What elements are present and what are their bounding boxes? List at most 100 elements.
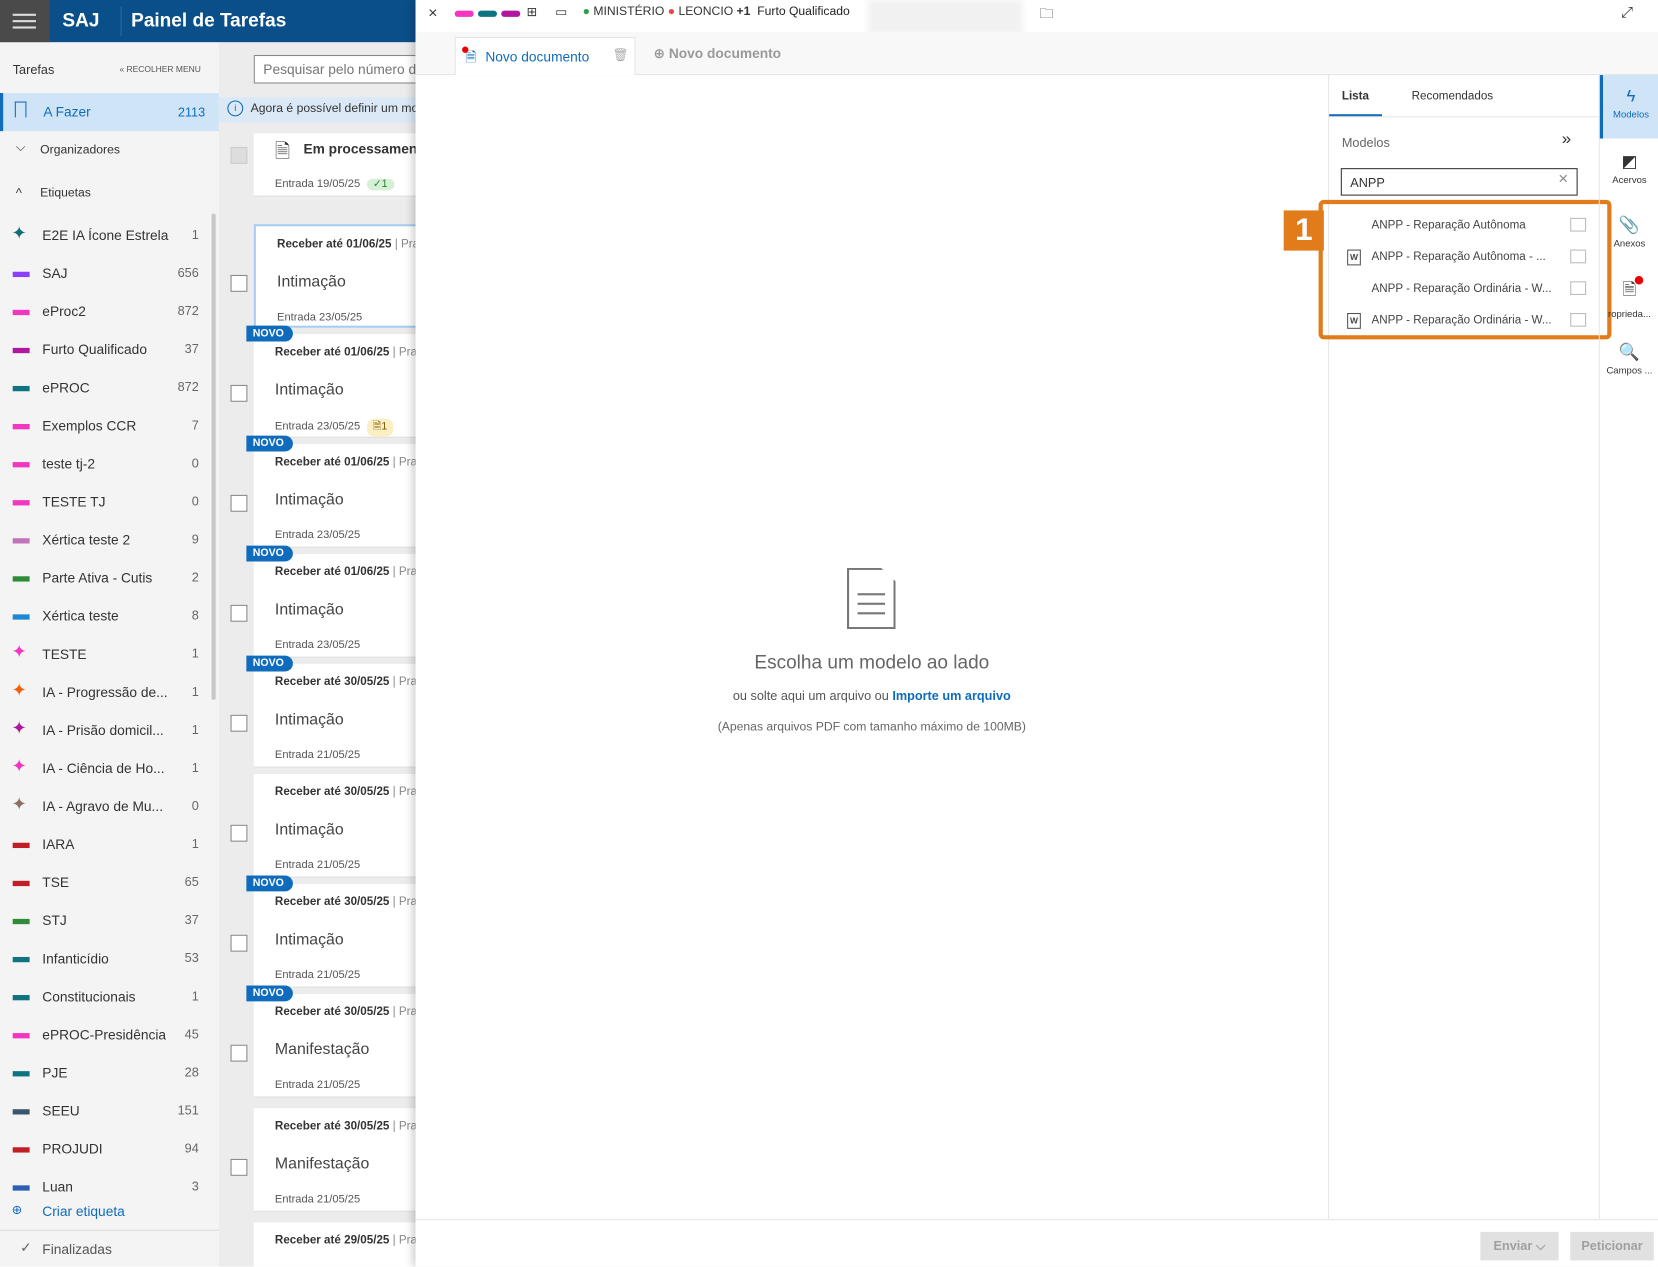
task-card[interactable]: Receber até 01/06/25 | Praz Intimação Entr…: [253, 224, 425, 328]
collapse-menu-button[interactable]: « RECOLHER MENU: [119, 65, 200, 75]
tag-item[interactable]: PROJUDI 94: [0, 1130, 211, 1168]
tab-novo-documento[interactable]: 🗎 Novo documento 🗑: [454, 37, 636, 76]
import-file-link[interactable]: Importe um arquivo: [892, 688, 1010, 703]
tags-toggle[interactable]: ^ Etiquetas: [0, 184, 219, 207]
tag-count: 1: [191, 646, 199, 661]
rail-propriedades[interactable]: 🗎 roprieda...: [1600, 265, 1658, 328]
scrollbar[interactable]: [211, 213, 216, 700]
tag-item[interactable]: ✦ E2E IA Ícone Estrela 1: [0, 217, 211, 255]
task-card[interactable]: Receber até 30/05/25 | Praz Intimação Entr…: [253, 664, 423, 768]
model-result[interactable]: ANPP - Reparação Autônoma: [1340, 209, 1599, 241]
tag-item[interactable]: TSE 65: [0, 864, 211, 902]
task-card[interactable]: Receber até 29/05/25 | Praz: [253, 1222, 423, 1267]
sidebar-item-finalizadas[interactable]: ✓ Finalizadas: [0, 1237, 219, 1262]
tag-item[interactable]: Luan 3: [0, 1168, 211, 1193]
tag-item[interactable]: Infanticídio 53: [0, 940, 211, 978]
rail-campos[interactable]: 🔍 Campos ...: [1600, 329, 1658, 392]
tab-lista[interactable]: Lista: [1342, 90, 1369, 103]
close-icon[interactable]: ×: [428, 4, 437, 22]
building-icon[interactable]: [1570, 217, 1587, 232]
tag-item[interactable]: Constitucionais 1: [0, 978, 211, 1016]
tag-item[interactable]: Exemplos CCR 7: [0, 407, 211, 445]
task-card[interactable]: Receber até 01/06/25 | Praz Intimação Entr…: [253, 554, 423, 658]
section-title: Tarefas: [12, 62, 55, 78]
search-document-icon: 🔍: [1618, 343, 1640, 362]
tag-name: IARA: [42, 836, 75, 853]
task-card[interactable]: Receber até 30/05/25 | Praz Intimação Entr…: [253, 774, 423, 878]
tag-count: 45: [184, 1026, 199, 1042]
task-card[interactable]: Receber até 01/06/25 | Praz Intimação Entr…: [253, 334, 423, 438]
tag-item[interactable]: ✦ IA - Progressão de... 1: [0, 674, 211, 712]
tag-add-icon[interactable]: ⊞: [527, 4, 538, 19]
organizers-toggle[interactable]: ⌵ Organizadores: [0, 140, 219, 163]
trash-icon[interactable]: 🗑: [612, 48, 628, 63]
model-result[interactable]: ANPP - Reparação Ordinária - W...: [1340, 273, 1599, 305]
tag-item[interactable]: teste tj-2 0: [0, 445, 211, 483]
double-chevron-right-icon[interactable]: »: [1562, 130, 1571, 149]
tag-color-swatch: [12, 918, 30, 925]
rail-acervos[interactable]: ◩ Acervos: [1600, 139, 1658, 202]
folder-icon[interactable]: 🗀: [1039, 4, 1053, 27]
new-document-tab-button[interactable]: ⊕ Novo documento: [653, 45, 781, 62]
rail-modelos[interactable]: ϟ Modelos: [1599, 75, 1658, 139]
checkbox[interactable]: [230, 1044, 248, 1062]
create-tag-button[interactable]: ⊕ Criar etiqueta: [0, 1193, 219, 1231]
tag-item[interactable]: Xértica teste 2 9: [0, 521, 211, 559]
checkbox[interactable]: [230, 274, 248, 292]
task-title: Intimação: [274, 930, 344, 949]
tag-item[interactable]: IARA 1: [0, 826, 211, 864]
entry: Entrada 19/05/25 ✓1: [275, 178, 394, 191]
tag-count: 656: [177, 265, 199, 281]
checkbox[interactable]: [230, 604, 248, 622]
tag-count: 37: [184, 912, 199, 928]
expand-icon[interactable]: ⤢: [1621, 3, 1633, 21]
task-card[interactable]: Receber até 30/05/25 | Praz Manifestação E…: [253, 993, 423, 1098]
tag-item[interactable]: PJE 28: [0, 1054, 211, 1092]
tag-item[interactable]: ePROC-Presidência 45: [0, 1016, 211, 1054]
tag-item[interactable]: SAJ 656: [0, 255, 211, 293]
tag-name: TESTE TJ: [42, 493, 106, 510]
tag-item[interactable]: Furto Qualificado 37: [0, 331, 211, 369]
tag-count: 0: [191, 455, 199, 471]
tag-item[interactable]: ✦ IA - Ciência de Ho... 1: [0, 750, 211, 788]
tag-item[interactable]: ✦ TESTE 1: [0, 635, 211, 673]
tag-name: Xértica teste: [42, 608, 119, 624]
tag-item[interactable]: eProc2 872: [0, 293, 211, 331]
tag-item[interactable]: ePROC 872: [0, 369, 211, 407]
checkbox[interactable]: [230, 824, 248, 842]
model-result[interactable]: W ANPP - Reparação Autônoma - ...: [1340, 241, 1599, 273]
tag-item[interactable]: Parte Ativa - Cutis 2: [0, 559, 211, 597]
building-icon[interactable]: [1570, 312, 1587, 327]
checkbox[interactable]: [230, 934, 248, 952]
tag-item[interactable]: TESTE TJ 0: [0, 483, 211, 521]
comment-icon[interactable]: ▭: [555, 4, 567, 19]
tag-item[interactable]: Xértica teste 8: [0, 597, 211, 635]
model-result[interactable]: W ANPP - Reparação Ordinária - W...: [1340, 305, 1599, 337]
task-title: Intimação: [274, 600, 344, 619]
drop-zone[interactable]: Escolha um modelo ao lado ou solte aqui …: [416, 75, 1329, 1219]
processing-card[interactable]: 🗎 Em processamento Entrada 19/05/25 ✓1: [253, 133, 430, 197]
checkbox[interactable]: [230, 384, 248, 402]
tag-item[interactable]: ✦ IA - Prisão domicil... 1: [0, 712, 211, 750]
checkbox[interactable]: [230, 146, 248, 164]
tab-recomendados[interactable]: Recomendados: [1412, 90, 1493, 103]
rail-anexos[interactable]: 📎 Anexos: [1600, 202, 1658, 265]
sidebar-item-a-fazer[interactable]: A Fazer 2113: [0, 93, 219, 132]
tag-item[interactable]: SEEU 151: [0, 1092, 211, 1130]
task-card[interactable]: Receber até 30/05/25 | Praz Intimação Entr…: [253, 883, 423, 988]
task-card[interactable]: Receber até 01/06/25 | Praz Intimação Entr…: [253, 444, 423, 548]
search-input[interactable]: [253, 54, 434, 84]
building-icon[interactable]: [1570, 249, 1587, 264]
menu-button[interactable]: [0, 0, 50, 43]
task-card[interactable]: Receber até 30/05/25 | Praz Manifestação E…: [253, 1108, 423, 1212]
send-button[interactable]: Enviar ⌵: [1480, 1231, 1559, 1261]
tag-item[interactable]: ✦ IA - Agravo de Mu... 0: [0, 788, 211, 826]
building-icon[interactable]: [1570, 281, 1587, 296]
checkbox[interactable]: [230, 714, 248, 732]
model-search-input[interactable]: ANPP ×: [1340, 168, 1578, 196]
clear-icon[interactable]: ×: [1558, 170, 1568, 189]
tag-item[interactable]: STJ 37: [0, 902, 211, 940]
checkbox[interactable]: [230, 1158, 248, 1176]
petition-button[interactable]: Peticionar: [1570, 1231, 1654, 1261]
checkbox[interactable]: [230, 494, 248, 512]
